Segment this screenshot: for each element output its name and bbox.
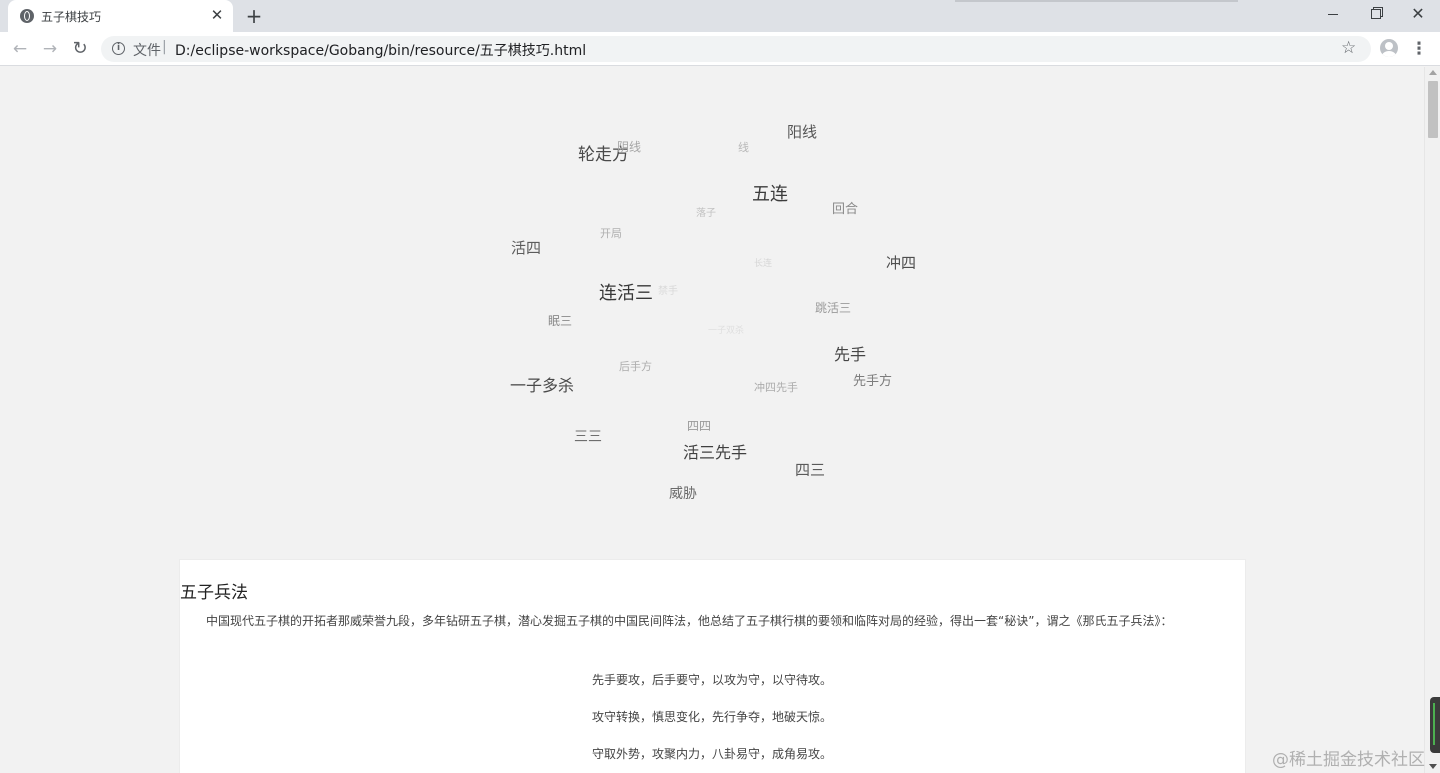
word-cloud-term: 冲四先手 [754,381,798,394]
word-cloud-term: 开局 [600,227,622,240]
word-cloud-term: 冲四 [886,254,917,272]
page-viewport: 轮走方 阴线线阳线 五连 落子 回合 开局 活四 冲四 长连 连活三 禁手 跳活三 眠三 一子双杀 先手 后手… [0,67,1424,773]
bookmark-star-icon[interactable]: ☆ [1341,38,1356,58]
verse-line: 守取外势，攻聚内力，八卦易守，成角易攻。 [591,747,832,761]
profile-avatar-icon[interactable] [1380,39,1398,57]
file-scheme-label: 文件 [133,43,161,59]
word-cloud-term: 阳线 [787,123,818,141]
word-cloud: 轮走方 阴线线阳线 五连 落子 回合 开局 活四 冲四 长连 连活三 禁手 跳活三 眠三 一子双杀 先手 后手… [0,67,1424,547]
word-cloud-term: 活三先手 [683,443,748,462]
word-cloud-term: 跳活三 [815,301,852,315]
url-text[interactable]: D:/eclipse-workspace/Gobang/bin/resource… [175,40,586,60]
restore-button[interactable] [1354,0,1398,28]
address-separator: | [162,39,167,55]
word-cloud-term: 四三 [795,461,826,479]
side-widget[interactable] [1430,697,1440,753]
scroll-up-arrow-icon[interactable] [1429,70,1437,75]
browser-tab[interactable]: 五子棋技巧 ✕ [8,0,233,32]
menu-kebab-icon[interactable]: ⋮ [1410,39,1428,59]
word-cloud-term: 禁手 [658,286,678,297]
vertical-scrollbar[interactable] [1424,67,1440,773]
scroll-down-arrow-icon[interactable] [1429,764,1437,769]
scroll-thumb[interactable] [1428,81,1438,138]
minimize-button[interactable] [1311,0,1355,28]
word-cloud-term: 四四 [687,419,712,433]
address-bar[interactable]: i 文件 | D:/eclipse-workspace/Gobang/bin/r… [101,36,1371,62]
tab-title: 五子棋技巧 [41,10,102,24]
article-title: 五子兵法 [180,583,248,603]
word-cloud-term: 落子 [696,208,716,219]
article-card: 五子兵法 中国现代五子棋的开拓者那威荣誉九段，多年钻研五子棋，潜心发掘五子棋的中… [179,559,1246,773]
word-cloud-term: 一子多杀 [510,376,575,395]
restore-icon [1371,9,1381,19]
word-cloud-term: 回合 [832,202,859,217]
word-cloud-term: 五连 [752,184,788,205]
word-cloud-term: 先手 [834,345,867,364]
article-intro: 中国现代五子棋的开拓者那威荣誉九段，多年钻研五子棋，潜心发掘五子棋的中国民间阵法… [206,614,1173,628]
back-arrow-icon[interactable]: ← [7,36,33,62]
word-cloud-term: 长连 [754,259,773,269]
new-tab-button[interactable]: + [242,4,266,28]
word-cloud-term: 一子双杀 [708,326,745,336]
verse-line: 攻守转换，慎思变化，先行争夺，地破天惊。 [591,710,832,724]
verse-line: 先手要攻，后手要守，以攻为守，以守待攻。 [591,673,832,687]
tab-bar: 五子棋技巧 ✕ + ✕ [0,0,1440,32]
watermark: @稀土掘金技术社区 [1272,750,1425,770]
minimize-icon [1328,13,1338,15]
tab-close-icon[interactable]: ✕ [207,5,227,25]
word-cloud-term: 线 [738,141,749,154]
word-cloud-term: 活四 [511,239,542,257]
word-cloud-term: 阴线 [617,140,642,154]
info-icon[interactable]: i [112,42,125,55]
word-cloud-term: 连活三 [599,283,653,304]
globe-icon [20,9,34,23]
browser-toolbar: ← → ↻ i 文件 | D:/eclipse-workspace/Gobang… [0,32,1440,66]
word-cloud-term: 三三 [574,429,602,445]
reload-icon[interactable]: ↻ [67,36,93,62]
forward-arrow-icon[interactable]: → [37,36,63,62]
word-cloud-term: 先手方 [853,374,893,389]
close-window-button[interactable]: ✕ [1396,0,1440,28]
tab-strip-edge [955,0,1238,2]
word-cloud-term: 威胁 [669,486,697,502]
word-cloud-term: 眠三 [548,314,573,328]
word-cloud-term: 后手方 [619,360,652,373]
